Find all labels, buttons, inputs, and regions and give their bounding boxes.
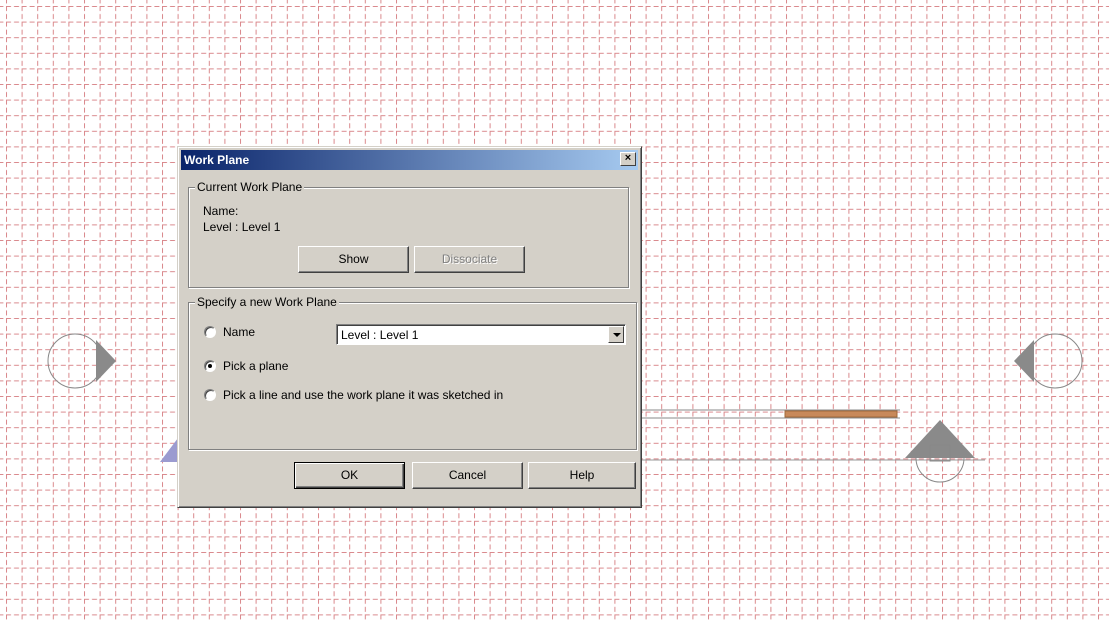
help-button[interactable]: Help xyxy=(528,462,636,489)
pick-line-radio-label[interactable]: Pick a line and use the work plane it wa… xyxy=(223,388,503,402)
specify-work-plane-legend: Specify a new Work Plane xyxy=(195,295,339,309)
chevron-down-icon[interactable] xyxy=(608,326,624,343)
dialog-title: Work Plane xyxy=(184,153,250,167)
work-plane-name-select[interactable]: Level : Level 1 xyxy=(336,324,626,345)
close-button[interactable]: × xyxy=(620,152,636,166)
dissociate-button: Dissociate xyxy=(414,246,525,273)
current-work-plane-group: Current Work Plane Name: Level : Level 1… xyxy=(188,180,629,288)
pick-plane-radio-label[interactable]: Pick a plane xyxy=(223,359,288,373)
beam-segment xyxy=(784,410,898,418)
pick-line-radio[interactable] xyxy=(204,389,216,401)
name-radio[interactable] xyxy=(204,326,216,338)
ok-button[interactable]: OK xyxy=(294,462,405,489)
name-label: Name: xyxy=(203,204,239,218)
work-plane-dialog: Work Plane × Current Work Plane Name: Le… xyxy=(177,146,642,508)
cancel-button[interactable]: Cancel xyxy=(412,462,523,489)
dialog-titlebar[interactable]: Work Plane × xyxy=(181,150,638,170)
show-button[interactable]: Show xyxy=(298,246,409,273)
pick-plane-radio[interactable] xyxy=(204,360,216,372)
name-radio-label[interactable]: Name xyxy=(223,325,255,339)
specify-work-plane-group: Specify a new Work Plane Name Level : Le… xyxy=(188,295,637,450)
current-plane-value: Level : Level 1 xyxy=(203,220,281,234)
close-icon: × xyxy=(624,152,632,164)
work-plane-name-value: Level : Level 1 xyxy=(341,328,419,342)
current-work-plane-legend: Current Work Plane xyxy=(195,180,305,194)
